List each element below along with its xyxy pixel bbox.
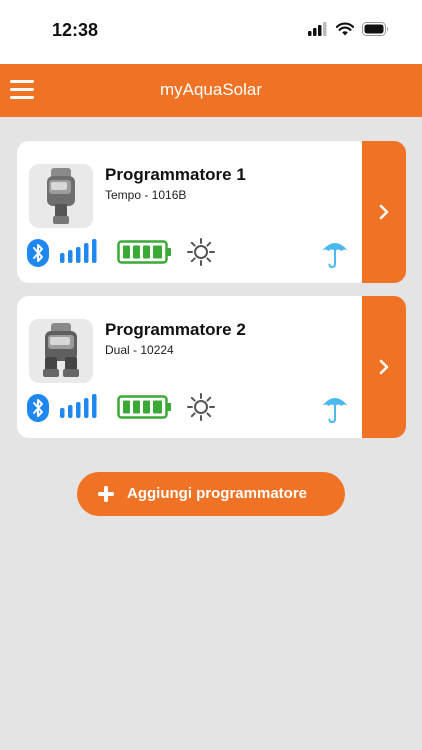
battery-full-icon: [117, 395, 171, 419]
status-icons: [308, 22, 390, 36]
dual-timer-device-image: [29, 319, 93, 383]
page-title: myAquaSolar: [159, 80, 263, 99]
add-programmer-label: Aggiungi programmatore: [127, 485, 308, 502]
plus-icon: [98, 486, 114, 502]
open-programmer-button[interactable]: [362, 141, 406, 283]
bluetooth-icon: [27, 239, 49, 267]
sun-icon: [187, 393, 215, 421]
umbrella-rain-icon: [322, 398, 348, 424]
timer-device-image: [29, 164, 93, 228]
umbrella-rain-icon: [322, 243, 348, 269]
device-thumbnail: [29, 319, 93, 383]
status-bar: 12:38: [0, 0, 422, 64]
wifi-icon: [336, 22, 354, 36]
programmer-card-1[interactable]: Programmatore 1 Tempo - 1016B: [17, 141, 406, 283]
programmer-model: Dual - 10224: [105, 343, 174, 357]
add-programmer-button[interactable]: Aggiungi programmatore: [77, 472, 345, 516]
signal-bars-icon: [60, 394, 97, 418]
nav-bar: myAquaSolar: [0, 64, 422, 117]
cellular-signal-icon: [308, 22, 327, 36]
sun-icon: [187, 238, 215, 266]
bluetooth-icon: [27, 394, 49, 422]
chevron-right-icon: [379, 359, 389, 375]
programmer-title: Programmatore 1: [105, 165, 246, 184]
programmer-card-2[interactable]: Programmatore 2 Dual - 10224: [17, 296, 406, 438]
chevron-right-icon: [379, 204, 389, 220]
battery-full-icon: [117, 240, 171, 264]
status-time: 12:38: [52, 20, 99, 40]
device-battery-icon: [362, 22, 388, 36]
programmer-model: Tempo - 1016B: [105, 188, 187, 202]
open-programmer-button[interactable]: [362, 296, 406, 438]
signal-bars-icon: [60, 239, 97, 263]
programmer-title: Programmatore 2: [105, 320, 246, 339]
device-thumbnail: [29, 164, 93, 228]
